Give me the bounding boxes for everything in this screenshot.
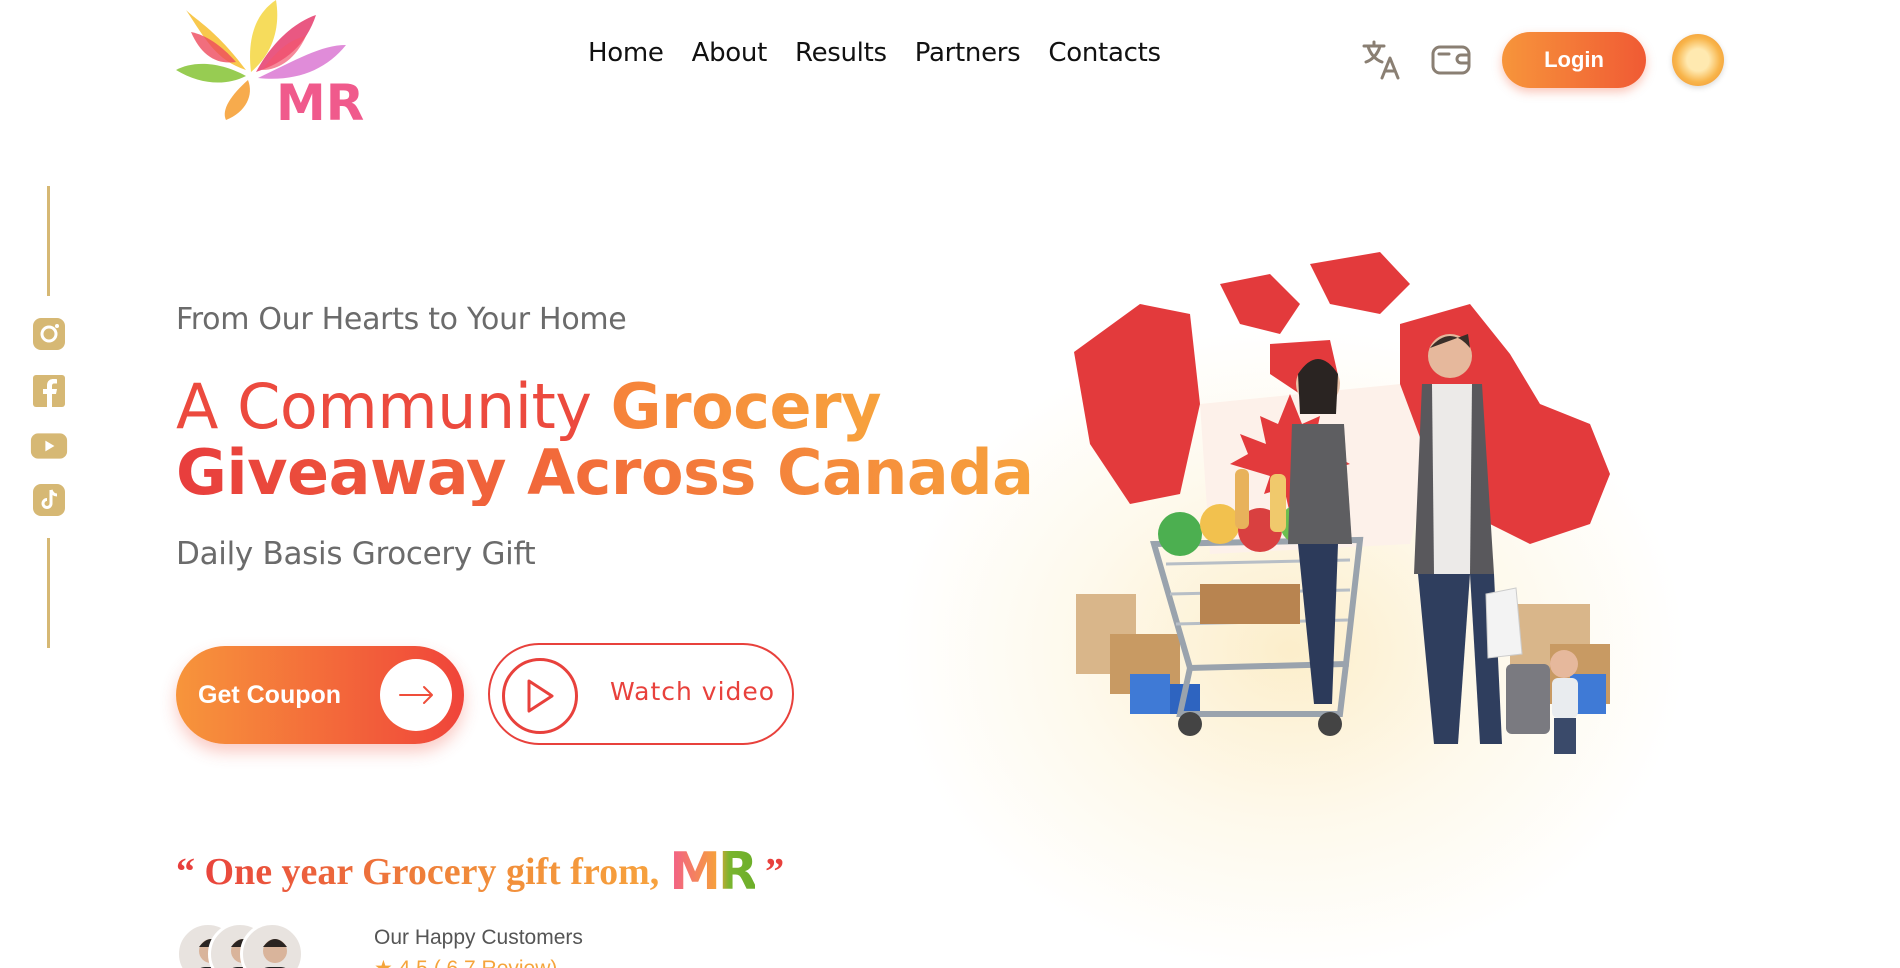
get-coupon-button[interactable]: Get Coupon xyxy=(176,646,464,744)
hero-headline: A Community Grocery Giveaway Across Cana… xyxy=(176,374,1034,509)
rail-line-bottom xyxy=(47,538,50,648)
tiktok-icon[interactable] xyxy=(30,481,68,519)
quote-close: ” xyxy=(765,851,785,893)
brand-quote: “ One year Grocery gift from, MR ” xyxy=(176,842,784,902)
youtube-icon[interactable] xyxy=(30,427,68,465)
get-coupon-label: Get Coupon xyxy=(198,680,342,709)
customer-avatars xyxy=(176,920,316,968)
headline-part1: A Community xyxy=(176,370,611,443)
headline-part2: Grocery xyxy=(610,370,882,443)
nav-home[interactable]: Home xyxy=(588,38,664,68)
hero-tagline: From Our Hearts to Your Home xyxy=(176,302,627,337)
play-icon xyxy=(502,658,578,734)
happy-customers-label: Our Happy Customers xyxy=(374,926,583,949)
quote-brand: MR xyxy=(669,842,758,902)
rail-line-top xyxy=(47,186,50,296)
hero-illustration xyxy=(1070,244,1626,804)
facebook-icon[interactable] xyxy=(30,372,68,410)
arrow-right-icon xyxy=(380,659,452,731)
nav-partners[interactable]: Partners xyxy=(915,38,1021,68)
quote-text: “ One year Grocery gift from, xyxy=(176,851,660,893)
nav-about[interactable]: About xyxy=(692,38,768,68)
wallet-icon[interactable] xyxy=(1428,36,1476,84)
instagram-icon[interactable] xyxy=(30,315,68,353)
user-avatar[interactable] xyxy=(1672,34,1724,86)
watch-video-label: Watch video xyxy=(610,677,776,706)
rating-text: ★ 4.5 ( 6.7 Review) xyxy=(374,956,557,968)
watch-video-button[interactable]: Watch video xyxy=(488,643,794,745)
login-button[interactable]: Login xyxy=(1502,32,1646,88)
main-nav: Home About Results Partners Contacts xyxy=(588,38,1161,68)
hero-subtagline: Daily Basis Grocery Gift xyxy=(176,536,536,572)
nav-contacts[interactable]: Contacts xyxy=(1048,38,1161,68)
nav-results[interactable]: Results xyxy=(795,38,887,68)
translate-icon[interactable] xyxy=(1358,36,1406,84)
svg-text:MR: MR xyxy=(276,74,364,124)
headline-line2: Giveaway Across Canada xyxy=(176,436,1034,509)
brand-logo[interactable]: MR xyxy=(176,0,366,132)
lotus-logo-graphic: MR xyxy=(176,0,364,132)
